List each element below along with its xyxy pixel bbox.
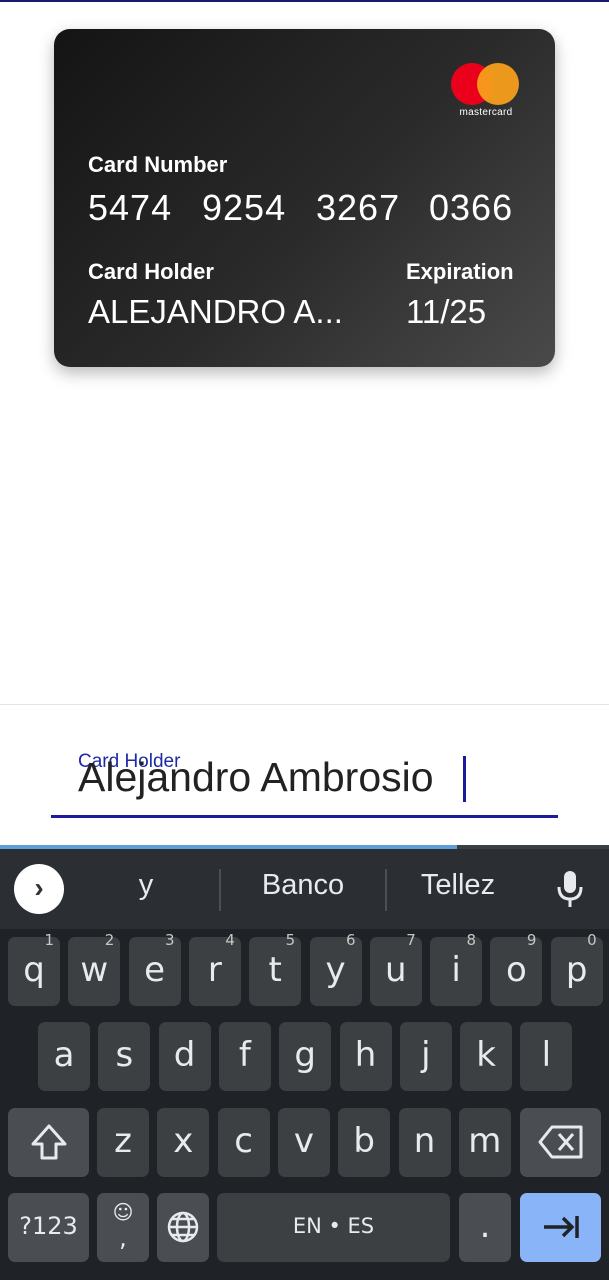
key-letter: q: [23, 950, 45, 990]
key-letter: w: [80, 950, 109, 990]
key-letter: u: [385, 950, 407, 990]
card-number-group: 5474: [88, 187, 173, 228]
key-j[interactable]: j: [399, 1022, 452, 1091]
suggestion-strip: › y Banco Tellez: [0, 849, 609, 929]
key-number-hint: 6: [345, 931, 356, 949]
key-v[interactable]: v: [277, 1108, 330, 1177]
key-letter: i: [451, 950, 461, 990]
key-q[interactable]: q1: [8, 931, 60, 1006]
key-r[interactable]: r4: [188, 931, 241, 1006]
card-holder-value: ALEJANDRO A...: [88, 293, 343, 330]
chevron-right-icon[interactable]: ›: [14, 864, 64, 914]
top-divider: [0, 0, 609, 2]
key-letter: p: [565, 950, 588, 990]
key-number-hint: 9: [526, 931, 537, 949]
language-key[interactable]: [157, 1193, 209, 1262]
key-o[interactable]: o9: [490, 931, 543, 1006]
key-number-hint: 7: [406, 931, 416, 949]
key-g[interactable]: g: [279, 1022, 332, 1091]
expiration-label: Expiration: [406, 259, 514, 284]
backspace-icon: [538, 1125, 582, 1159]
expiration-value: 11/25: [406, 293, 487, 330]
key-number-hint: 8: [466, 931, 477, 949]
key-e[interactable]: e3: [128, 931, 181, 1006]
tab-next-key[interactable]: [520, 1193, 601, 1262]
comma-glyph: ,: [119, 1224, 127, 1252]
field-underline: [51, 815, 558, 818]
shift-icon: [31, 1124, 66, 1160]
card-holder-input[interactable]: Alejandro Ambrosio: [78, 754, 538, 801]
key-d[interactable]: d: [158, 1022, 211, 1091]
card-number-group: 3267: [316, 187, 401, 228]
key-w[interactable]: w2: [68, 931, 121, 1006]
key-c[interactable]: c: [217, 1108, 270, 1177]
mastercard-logo: mastercard: [451, 63, 521, 119]
period-key[interactable]: .: [459, 1193, 511, 1262]
key-number-hint: 4: [225, 931, 235, 949]
key-i[interactable]: i8: [430, 931, 483, 1006]
key-n[interactable]: n: [398, 1108, 451, 1177]
key-letter: y: [325, 950, 346, 990]
card-holder-field[interactable]: Card Holder Alejandro Ambrosio: [51, 740, 558, 818]
globe-icon: [167, 1211, 199, 1243]
emoji-comma-key[interactable]: ☺ ,: [97, 1193, 149, 1262]
key-number-hint: 5: [285, 931, 296, 949]
card-number-group: 9254: [202, 187, 287, 228]
key-f[interactable]: f: [218, 1022, 271, 1091]
key-y[interactable]: y6: [309, 931, 362, 1006]
mastercard-orange-circle: [477, 63, 519, 105]
soft-keyboard: › y Banco Tellez q1w2e3r4t5y6u7i8o9p0 as…: [0, 845, 609, 1280]
key-t[interactable]: t5: [249, 931, 302, 1006]
text-cursor: [463, 756, 466, 802]
key-letter: e: [144, 950, 166, 990]
suggestion-divider: [385, 869, 387, 911]
key-b[interactable]: b: [338, 1108, 391, 1177]
key-letter: o: [505, 950, 527, 990]
suggestion-item[interactable]: y: [76, 869, 216, 902]
symbols-key[interactable]: ?123: [8, 1193, 89, 1262]
key-letter: t: [268, 950, 282, 990]
suggestion-item[interactable]: Tellez: [388, 869, 528, 902]
key-a[interactable]: a: [38, 1022, 90, 1091]
app-screen: mastercard Card Number 5474 9254 3267 03…: [0, 0, 609, 1280]
space-bar[interactable]: EN • ES: [217, 1193, 450, 1262]
suggestion-divider: [219, 869, 221, 911]
backspace-key[interactable]: [520, 1108, 601, 1177]
credit-card-preview: mastercard Card Number 5474 9254 3267 03…: [54, 29, 555, 367]
key-l[interactable]: l: [520, 1022, 573, 1091]
card-number-label: Card Number: [88, 152, 228, 177]
emoji-icon: ☺: [112, 1200, 134, 1224]
key-letter: r: [207, 950, 222, 990]
key-number-hint: 2: [104, 931, 115, 949]
suggestion-item[interactable]: Banco: [233, 869, 373, 902]
key-number-hint: 3: [165, 931, 175, 949]
key-s[interactable]: s: [98, 1022, 151, 1091]
key-k[interactable]: k: [460, 1022, 513, 1091]
microphone-icon[interactable]: [556, 869, 584, 909]
card-holder-label: Card Holder: [88, 259, 214, 284]
key-z[interactable]: z: [97, 1108, 149, 1177]
card-number-group: 0366: [429, 187, 514, 228]
key-h[interactable]: h: [339, 1022, 392, 1091]
key-x[interactable]: x: [157, 1108, 210, 1177]
key-p[interactable]: p0: [550, 931, 603, 1006]
shift-key[interactable]: [8, 1108, 89, 1177]
mastercard-wordmark: mastercard: [459, 107, 513, 118]
key-m[interactable]: m: [458, 1108, 511, 1177]
key-number-hint: 0: [587, 931, 597, 949]
key-u[interactable]: u7: [369, 931, 422, 1006]
form-divider: [0, 704, 609, 705]
tab-next-icon: [543, 1216, 579, 1238]
key-number-hint: 1: [44, 931, 54, 949]
